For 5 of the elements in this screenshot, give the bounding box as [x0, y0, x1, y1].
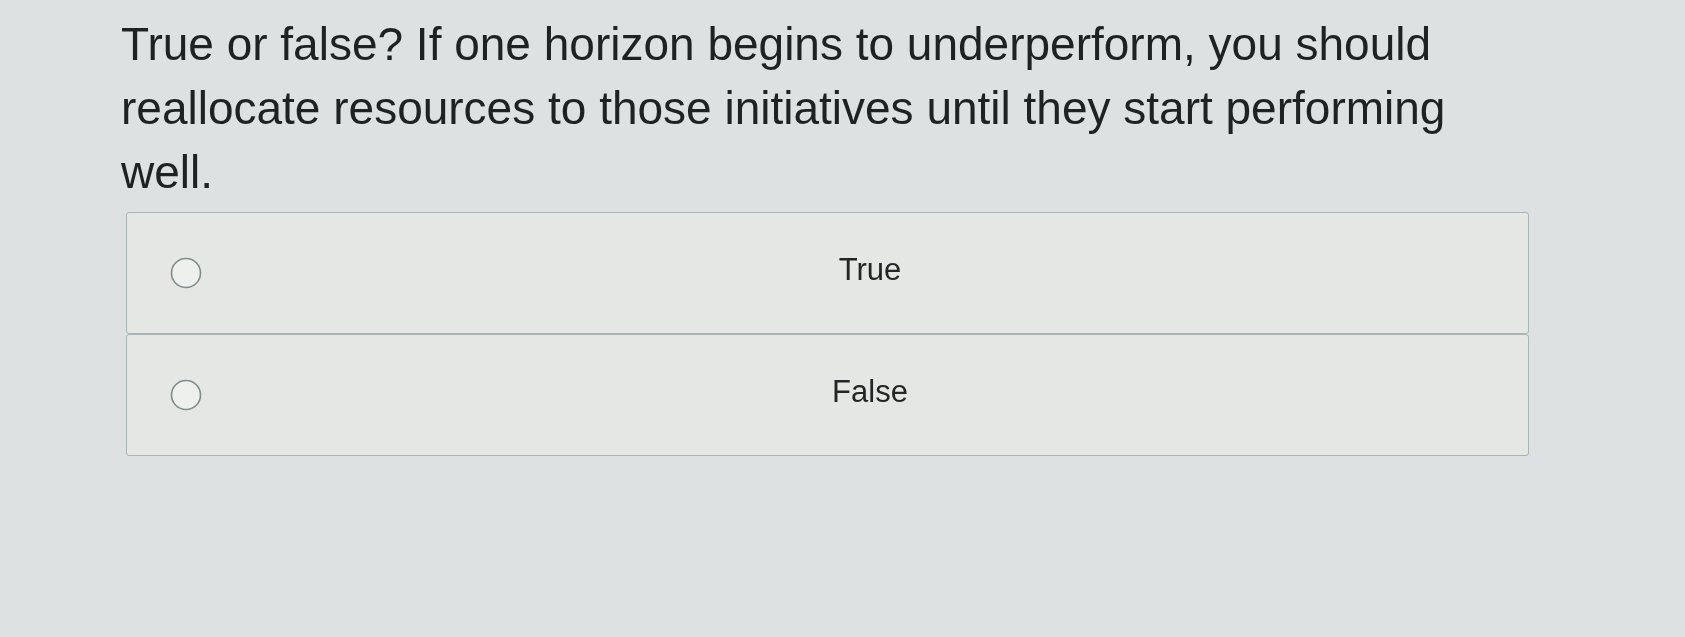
radio-icon[interactable]	[170, 257, 202, 289]
answer-option[interactable]: True	[126, 212, 1529, 334]
radio-icon[interactable]	[170, 379, 202, 411]
answer-option[interactable]: False	[126, 334, 1529, 456]
question-text: True or false? If one horizon begins to underperform, you should reallocate resources to those initiatives until they start performing well.	[121, 17, 1447, 200]
